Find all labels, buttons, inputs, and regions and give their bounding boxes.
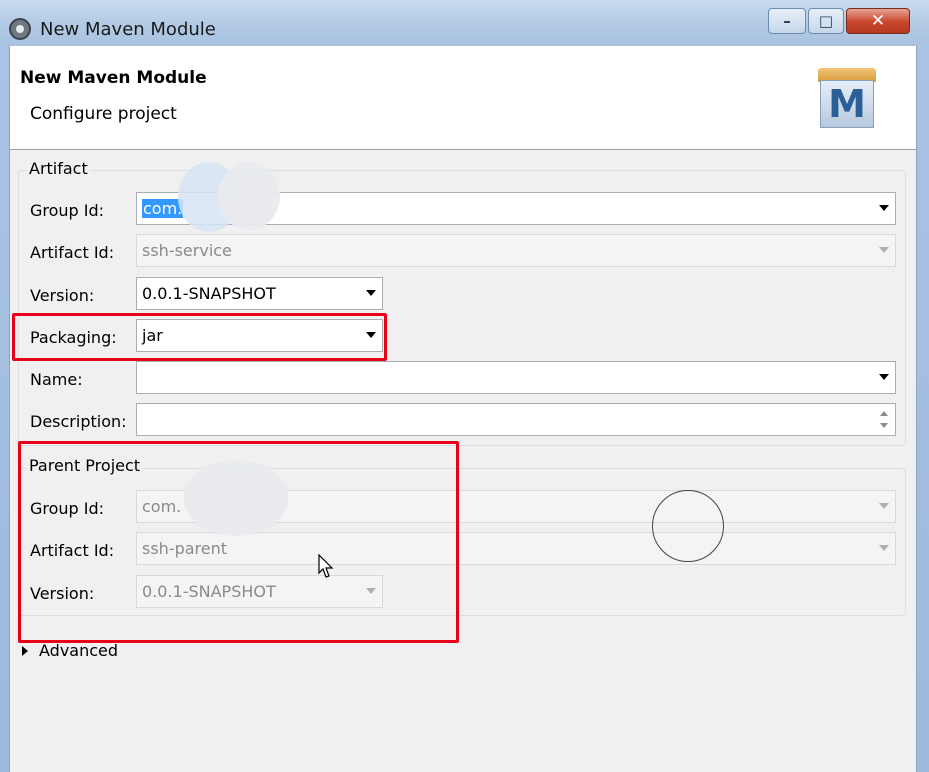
- click-indicator-circle: [652, 490, 724, 562]
- artifact-id-value: ssh-service: [142, 241, 232, 260]
- parent-artifact-id-dropdown-icon: [879, 545, 889, 551]
- wizard-subtitle: Configure project: [30, 104, 177, 124]
- artifact-group-label: Artifact: [27, 159, 90, 178]
- maximize-icon: □: [818, 12, 834, 30]
- artifact-id-label: Artifact Id:: [30, 243, 115, 262]
- parent-project-highlight-box: [18, 441, 459, 643]
- name-dropdown-icon[interactable]: [879, 374, 889, 380]
- packaging-highlight-box: [12, 313, 387, 361]
- group-id-value: com.: [142, 199, 184, 218]
- expand-arrow-icon[interactable]: [22, 646, 28, 656]
- name-label: Name:: [30, 370, 83, 389]
- dialog-client-area: New Maven Module Configure project M Art…: [9, 46, 917, 772]
- maven-logo-icon: M: [818, 68, 876, 130]
- name-combo[interactable]: [136, 361, 896, 394]
- version-combo[interactable]: 0.0.1-SNAPSHOT: [136, 277, 383, 310]
- maven-logo-letter: M: [820, 80, 874, 128]
- version-label: Version:: [30, 286, 95, 305]
- minimize-button[interactable]: –: [768, 8, 806, 34]
- close-button[interactable]: ✕: [846, 8, 910, 34]
- close-icon: ✕: [870, 11, 886, 31]
- window-title: New Maven Module: [40, 19, 216, 40]
- eclipse-icon: [9, 18, 31, 40]
- description-textarea[interactable]: [136, 403, 896, 436]
- wizard-title: New Maven Module: [20, 68, 207, 88]
- scroll-down-icon[interactable]: [880, 423, 888, 428]
- advanced-section-toggle[interactable]: Advanced: [39, 641, 118, 660]
- description-scrollbar[interactable]: [880, 409, 890, 431]
- artifact-id-combo[interactable]: ssh-service: [136, 234, 896, 267]
- maximize-button[interactable]: □: [808, 8, 844, 34]
- version-value: 0.0.1-SNAPSHOT: [142, 284, 276, 303]
- wizard-header: New Maven Module Configure project M: [10, 46, 916, 150]
- group-id-label: Group Id:: [30, 201, 105, 220]
- title-bar[interactable]: New Maven Module – □ ✕: [0, 0, 929, 46]
- artifact-id-dropdown-icon: [879, 247, 889, 253]
- minimize-icon: –: [783, 12, 791, 30]
- redaction-blur: [218, 162, 280, 230]
- description-label: Description:: [30, 412, 127, 431]
- version-dropdown-icon[interactable]: [366, 290, 376, 296]
- parent-group-id-dropdown-icon: [879, 503, 889, 509]
- scroll-up-icon[interactable]: [880, 411, 888, 416]
- group-id-dropdown-icon[interactable]: [879, 205, 889, 211]
